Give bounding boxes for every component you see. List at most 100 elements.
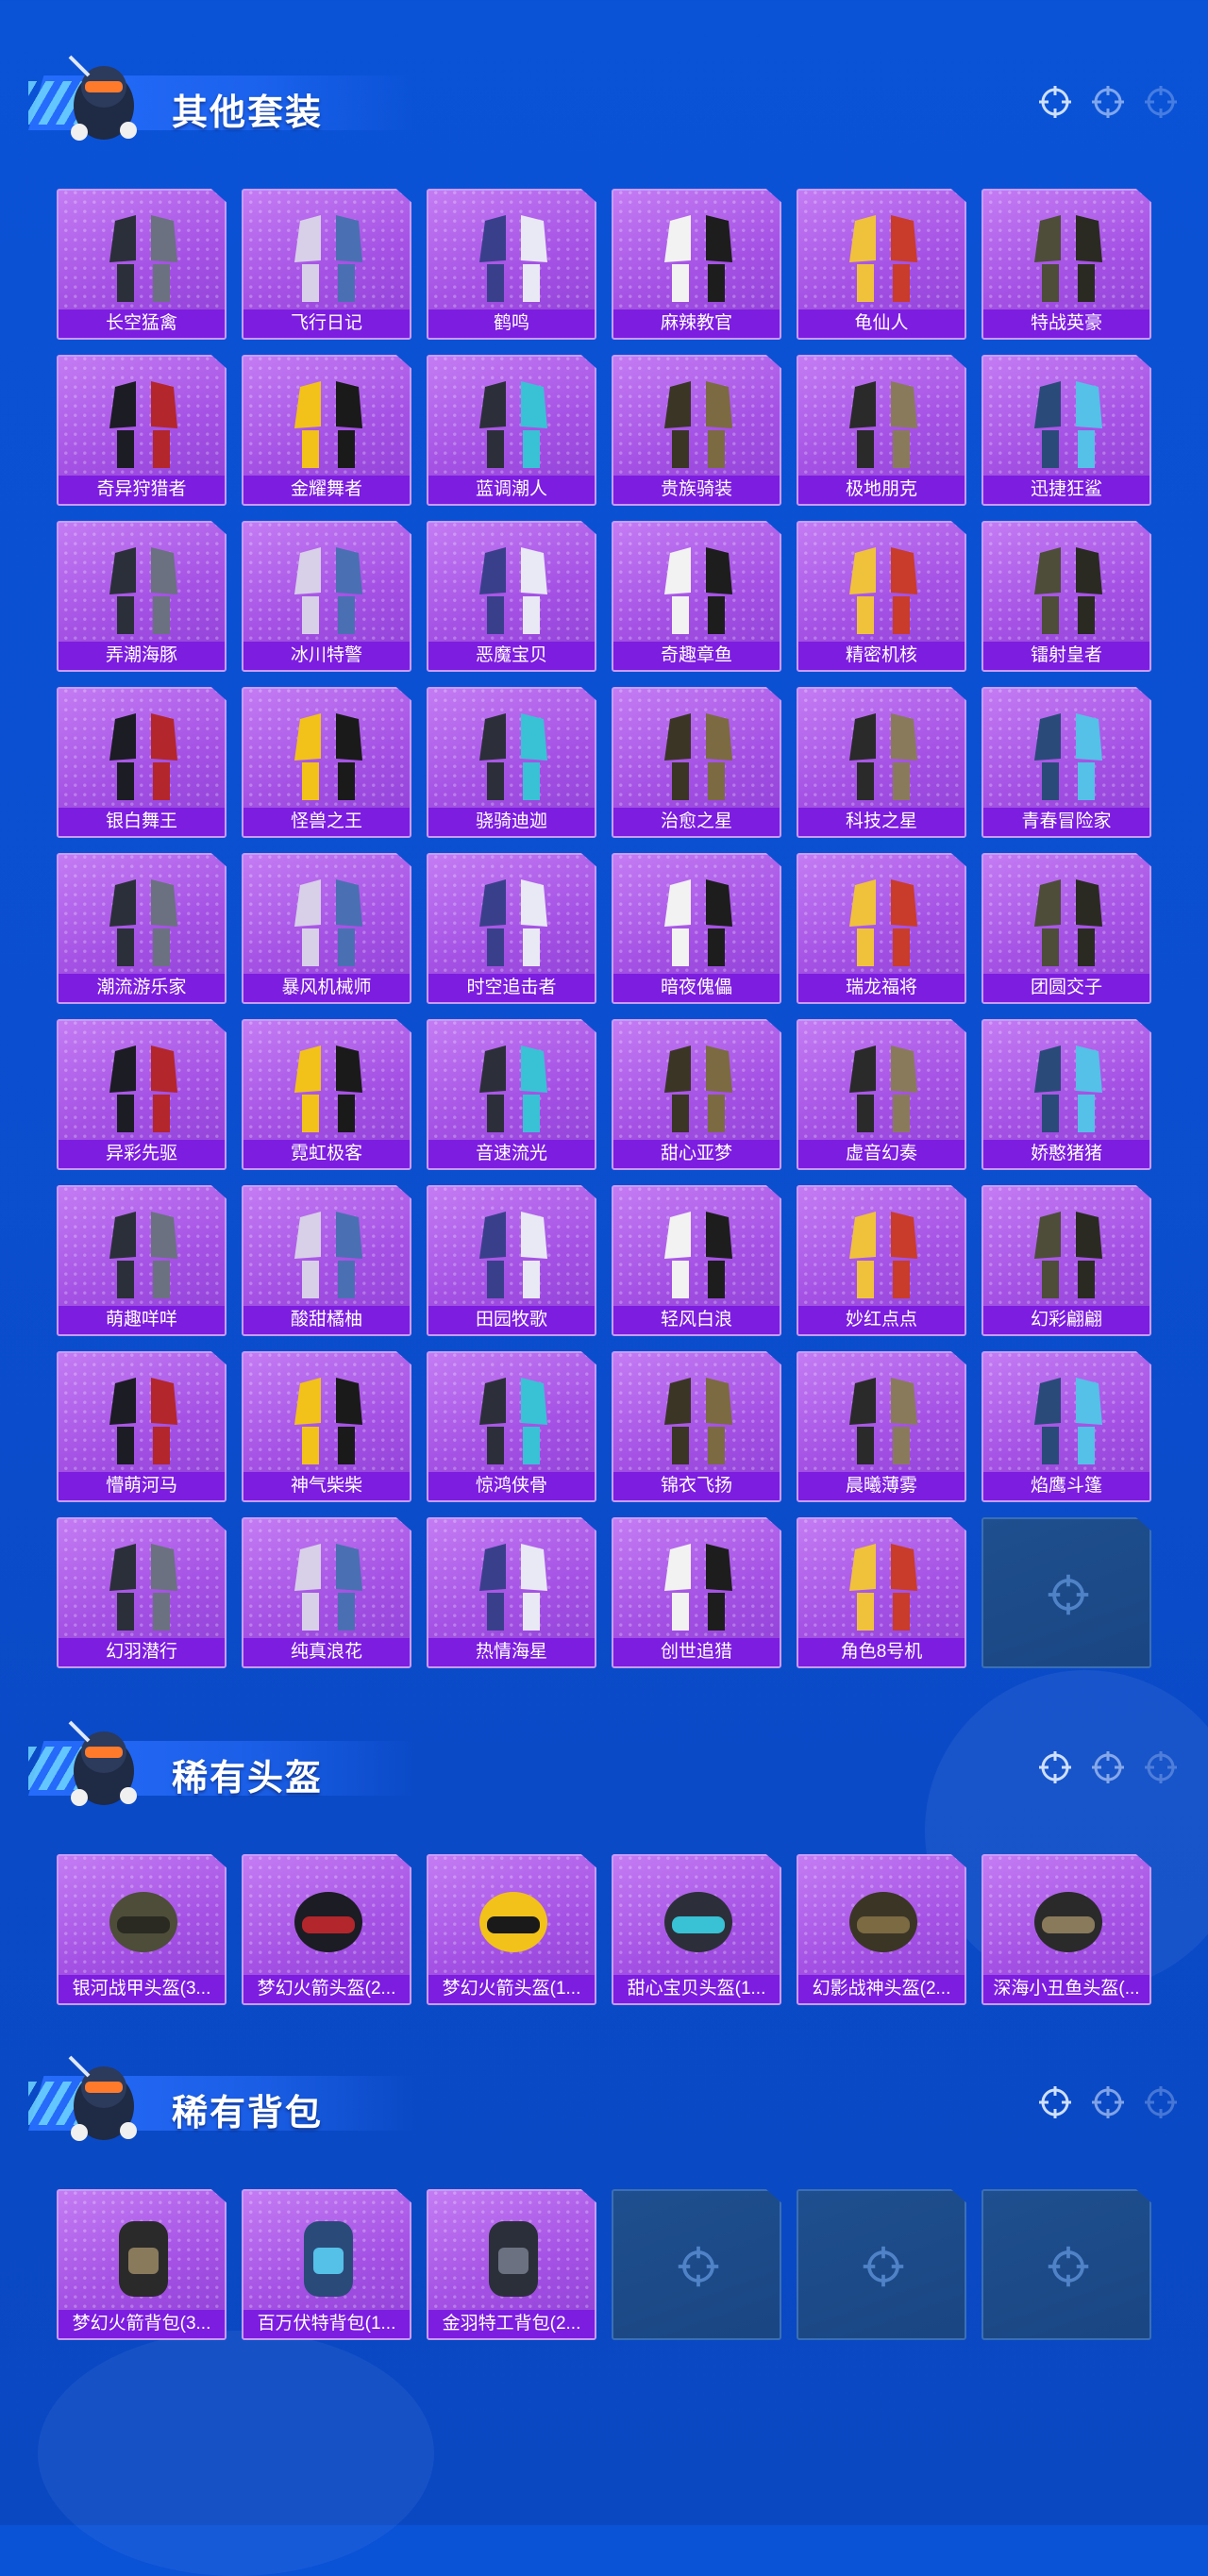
item-card[interactable]: 长空猛禽 bbox=[57, 189, 226, 340]
item-card[interactable]: 怪兽之王 bbox=[242, 687, 411, 838]
item-card[interactable]: 幻羽潜行 bbox=[57, 1517, 226, 1668]
section-icons bbox=[1036, 2083, 1180, 2121]
item-card[interactable]: 纯真浪花 bbox=[242, 1517, 411, 1668]
item-card[interactable]: 奇异狩猎者 bbox=[57, 355, 226, 506]
item-card[interactable]: 角色8号机 bbox=[797, 1517, 966, 1668]
outfit-thumbnail bbox=[664, 1544, 732, 1631]
item-label: 银河战甲头盔(3... bbox=[59, 1975, 225, 2003]
item-label: 瑞龙福将 bbox=[798, 974, 965, 1002]
item-card[interactable]: 异彩先驱 bbox=[57, 1019, 226, 1170]
item-card[interactable]: 蓝调潮人 bbox=[427, 355, 596, 506]
item-card[interactable]: 幻影战神头盔(2... bbox=[797, 1854, 966, 2005]
item-card[interactable]: 镭射皇者 bbox=[982, 521, 1151, 672]
item-card[interactable]: 银河战甲头盔(3... bbox=[57, 1854, 226, 2005]
item-card[interactable]: 麻辣教官 bbox=[612, 189, 781, 340]
item-card[interactable]: 恶魔宝贝 bbox=[427, 521, 596, 672]
item-card[interactable]: 鹤鸣 bbox=[427, 189, 596, 340]
item-card[interactable]: 惊鸿侠骨 bbox=[427, 1351, 596, 1502]
item-card[interactable]: 甜心宝贝头盔(1... bbox=[612, 1854, 781, 2005]
item-card[interactable]: 娇憨猪猪 bbox=[982, 1019, 1151, 1170]
item-card[interactable]: 贵族骑装 bbox=[612, 355, 781, 506]
section-icons bbox=[1036, 83, 1180, 121]
item-card[interactable]: 霓虹极客 bbox=[242, 1019, 411, 1170]
crosshair-icon bbox=[1145, 1751, 1177, 1783]
item-card[interactable]: 深海小丑鱼头盔(... bbox=[982, 1854, 1151, 2005]
item-card[interactable]: 萌趣咩咩 bbox=[57, 1185, 226, 1336]
item-card[interactable]: 懵萌河马 bbox=[57, 1351, 226, 1502]
outfit-thumbnail bbox=[479, 713, 547, 800]
item-card[interactable]: 时空追击者 bbox=[427, 853, 596, 1004]
empty-slot bbox=[982, 2189, 1151, 2340]
item-card[interactable]: 骁骑迪迦 bbox=[427, 687, 596, 838]
item-card[interactable]: 团圆交子 bbox=[982, 853, 1151, 1004]
item-card[interactable]: 梦幻火箭背包(3... bbox=[57, 2189, 226, 2340]
item-card[interactable]: 极地朋克 bbox=[797, 355, 966, 506]
item-card[interactable]: 锦衣飞扬 bbox=[612, 1351, 781, 1502]
outfit-thumbnail bbox=[479, 1212, 547, 1298]
outfit-thumbnail bbox=[664, 713, 732, 800]
item-label: 龟仙人 bbox=[798, 309, 965, 338]
outfit-thumbnail bbox=[849, 879, 917, 966]
item-card[interactable]: 冰川特警 bbox=[242, 521, 411, 672]
item-label: 田园牧歌 bbox=[428, 1306, 595, 1334]
item-card[interactable]: 妙红点点 bbox=[797, 1185, 966, 1336]
backpack-thumbnail bbox=[489, 2221, 538, 2297]
crosshair-icon bbox=[1039, 1751, 1071, 1783]
item-card[interactable]: 幻彩翩翩 bbox=[982, 1185, 1151, 1336]
outfit-thumbnail bbox=[1034, 547, 1102, 634]
item-card[interactable]: 暗夜傀儡 bbox=[612, 853, 781, 1004]
crosshair-icon bbox=[1145, 2086, 1177, 2118]
crosshair-icon bbox=[1048, 2246, 1089, 2287]
item-card[interactable]: 晨曦薄雾 bbox=[797, 1351, 966, 1502]
item-card[interactable]: 虚音幻奏 bbox=[797, 1019, 966, 1170]
item-label: 蓝调潮人 bbox=[428, 476, 595, 504]
item-card[interactable]: 暴风机械师 bbox=[242, 853, 411, 1004]
empty-slot bbox=[797, 2189, 966, 2340]
item-card[interactable]: 音速流光 bbox=[427, 1019, 596, 1170]
item-card[interactable]: 青春冒险家 bbox=[982, 687, 1151, 838]
item-card[interactable]: 精密机核 bbox=[797, 521, 966, 672]
item-label: 热情海星 bbox=[428, 1638, 595, 1666]
item-card[interactable]: 金羽特工背包(2... bbox=[427, 2189, 596, 2340]
item-card[interactable]: 梦幻火箭头盔(1... bbox=[427, 1854, 596, 2005]
item-card[interactable]: 龟仙人 bbox=[797, 189, 966, 340]
item-label: 异彩先驱 bbox=[59, 1140, 225, 1168]
item-card[interactable]: 甜心亚梦 bbox=[612, 1019, 781, 1170]
item-card[interactable]: 弄潮海豚 bbox=[57, 521, 226, 672]
section-header: 稀有背包 bbox=[28, 2048, 1180, 2161]
outfit-thumbnail bbox=[664, 215, 732, 302]
item-card[interactable]: 金耀舞者 bbox=[242, 355, 411, 506]
item-card[interactable]: 轻风白浪 bbox=[612, 1185, 781, 1336]
item-card[interactable]: 热情海星 bbox=[427, 1517, 596, 1668]
crosshair-icon bbox=[1092, 1751, 1124, 1783]
item-card[interactable]: 田园牧歌 bbox=[427, 1185, 596, 1336]
item-card[interactable]: 飞行日记 bbox=[242, 189, 411, 340]
outfit-thumbnail bbox=[664, 1212, 732, 1298]
background-globe-decoration bbox=[38, 2331, 434, 2576]
item-card[interactable]: 科技之星 bbox=[797, 687, 966, 838]
helmet-thumbnail bbox=[479, 1892, 547, 1952]
section-title: 其他套装 bbox=[172, 93, 324, 133]
item-card[interactable]: 奇趣章鱼 bbox=[612, 521, 781, 672]
item-card[interactable]: 治愈之星 bbox=[612, 687, 781, 838]
item-card[interactable]: 潮流游乐家 bbox=[57, 853, 226, 1004]
item-card[interactable]: 百万伏特背包(1... bbox=[242, 2189, 411, 2340]
item-label: 恶魔宝贝 bbox=[428, 642, 595, 670]
item-card[interactable]: 焰鹰斗篷 bbox=[982, 1351, 1151, 1502]
outfit-thumbnail bbox=[849, 1212, 917, 1298]
item-card[interactable]: 梦幻火箭头盔(2... bbox=[242, 1854, 411, 2005]
item-card[interactable]: 迅捷狂鲨 bbox=[982, 355, 1151, 506]
item-label: 音速流光 bbox=[428, 1140, 595, 1168]
item-card[interactable]: 瑞龙福将 bbox=[797, 853, 966, 1004]
item-label: 萌趣咩咩 bbox=[59, 1306, 225, 1334]
item-card[interactable]: 神气柴柴 bbox=[242, 1351, 411, 1502]
outfit-thumbnail bbox=[1034, 1045, 1102, 1132]
outfit-thumbnail bbox=[294, 1544, 362, 1631]
outfit-thumbnail bbox=[294, 215, 362, 302]
outfit-thumbnail bbox=[1034, 1378, 1102, 1464]
item-card[interactable]: 特战英豪 bbox=[982, 189, 1151, 340]
item-card[interactable]: 银白舞王 bbox=[57, 687, 226, 838]
item-card[interactable]: 酸甜橘柚 bbox=[242, 1185, 411, 1336]
item-card[interactable]: 创世追猎 bbox=[612, 1517, 781, 1668]
item-label: 鹤鸣 bbox=[428, 309, 595, 338]
